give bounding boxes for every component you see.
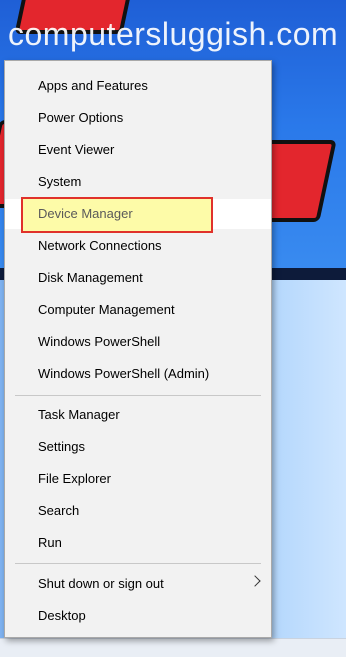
menu-item-apps-and-features[interactable]: Apps and Features — [5, 71, 271, 101]
menu-item-label: Network Connections — [38, 238, 162, 253]
menu-item-event-viewer[interactable]: Event Viewer — [5, 135, 271, 165]
menu-separator — [15, 395, 261, 396]
menu-item-task-manager[interactable]: Task Manager — [5, 400, 271, 430]
menu-item-label: System — [38, 174, 82, 189]
menu-item-label: Settings — [38, 439, 85, 454]
menu-item-label: Windows PowerShell (Admin) — [38, 366, 210, 381]
chevron-right-icon — [249, 575, 261, 587]
menu-item-label: Search — [38, 503, 80, 518]
menu-item-label: Computer Management — [38, 302, 175, 317]
menu-item-label: Run — [38, 535, 62, 550]
menu-item-computer-management[interactable]: Computer Management — [5, 295, 271, 325]
watermark-text: computersluggish.com — [8, 16, 339, 52]
menu-item-search[interactable]: Search — [5, 496, 271, 526]
menu-item-label: Desktop — [38, 608, 86, 623]
menu-item-desktop[interactable]: Desktop — [5, 601, 271, 631]
winx-context-menu: Apps and Features Power Options Event Vi… — [4, 60, 272, 638]
menu-item-file-explorer[interactable]: File Explorer — [5, 464, 271, 494]
menu-item-label: Apps and Features — [38, 78, 148, 93]
menu-item-windows-powershell[interactable]: Windows PowerShell — [5, 327, 271, 357]
menu-item-label: Windows PowerShell — [38, 334, 161, 349]
menu-item-network-connections[interactable]: Network Connections — [5, 231, 271, 261]
menu-item-settings[interactable]: Settings — [5, 432, 271, 462]
menu-item-disk-management[interactable]: Disk Management — [5, 263, 271, 293]
menu-item-label: Disk Management — [38, 270, 143, 285]
menu-item-label: Shut down or sign out — [38, 576, 164, 591]
taskbar-edge — [0, 638, 346, 657]
menu-item-windows-powershell-admin[interactable]: Windows PowerShell (Admin) — [5, 359, 271, 389]
menu-item-label: Event Viewer — [38, 142, 115, 157]
menu-item-system[interactable]: System — [5, 167, 271, 197]
menu-item-label: Device Manager — [38, 206, 133, 221]
menu-item-run[interactable]: Run — [5, 528, 271, 558]
menu-item-label: File Explorer — [38, 471, 111, 486]
menu-separator — [15, 563, 261, 564]
menu-item-label: Power Options — [38, 110, 124, 125]
menu-item-device-manager[interactable]: Device Manager — [5, 199, 271, 229]
menu-item-shut-down-or-sign-out[interactable]: Shut down or sign out — [5, 569, 271, 599]
menu-item-power-options[interactable]: Power Options — [5, 103, 271, 133]
menu-item-label: Task Manager — [38, 407, 120, 422]
